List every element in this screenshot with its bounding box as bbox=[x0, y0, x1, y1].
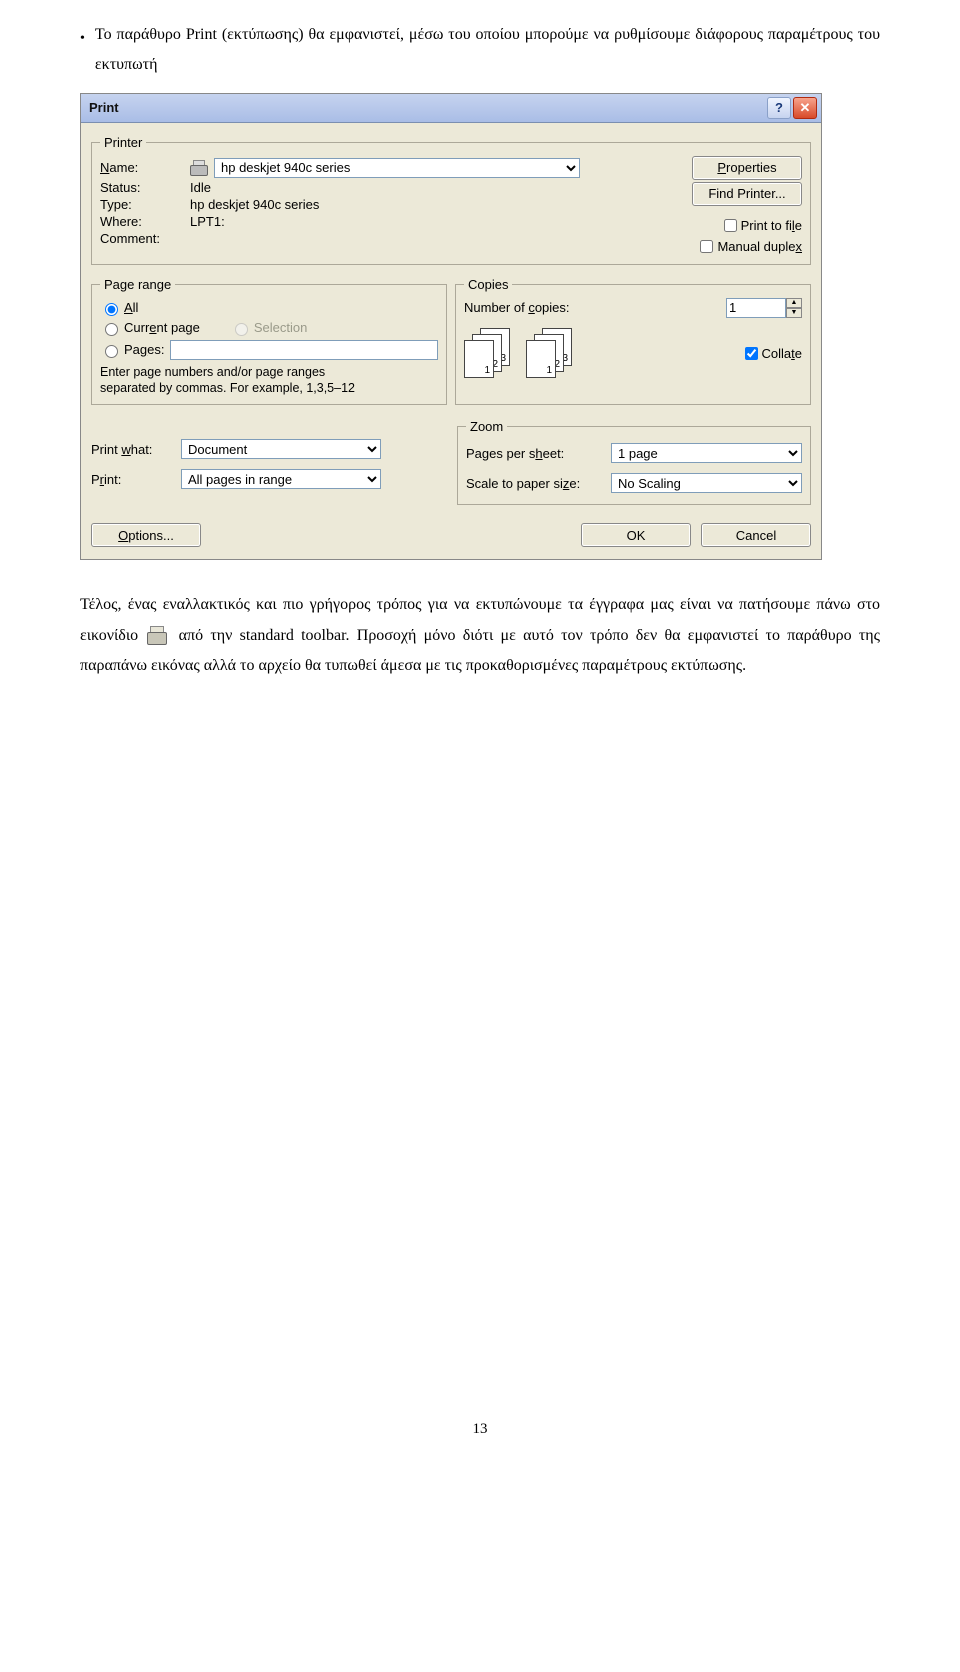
ok-button[interactable]: OK bbox=[581, 523, 691, 547]
print-label: Print: bbox=[91, 472, 181, 487]
printer-name-select[interactable]: hp deskjet 940c series bbox=[214, 158, 580, 178]
page-number: 13 bbox=[80, 1421, 880, 1438]
pages-input[interactable] bbox=[170, 340, 438, 360]
comment-label: Comment: bbox=[100, 231, 190, 246]
manual-duplex-check[interactable]: Manual duplex bbox=[696, 237, 802, 256]
collate-check[interactable]: Collate bbox=[741, 344, 802, 363]
where-label: Where: bbox=[100, 214, 190, 229]
intro-text: Το παράθυρο Print (εκτύπωσης) θα εμφανισ… bbox=[95, 20, 880, 81]
spin-down[interactable]: ▼ bbox=[786, 308, 802, 318]
num-copies-input[interactable] bbox=[726, 298, 786, 318]
titlebar: Print ? ✕ bbox=[81, 94, 821, 123]
collate-preview-1: 3 2 1 bbox=[464, 328, 516, 380]
print-select[interactable]: All pages in range bbox=[181, 469, 381, 489]
num-copies-label: Number of copies: bbox=[464, 300, 570, 315]
manual-duplex-input[interactable] bbox=[700, 240, 713, 253]
print-to-file-check[interactable]: Print to file bbox=[720, 216, 802, 235]
selection-radio-input bbox=[235, 323, 248, 336]
where-value: LPT1: bbox=[190, 214, 225, 229]
status-label: Status: bbox=[100, 180, 190, 195]
zoom-legend: Zoom bbox=[466, 419, 507, 434]
page-range-legend: Page range bbox=[100, 277, 175, 292]
intro-paragraph: • Το παράθυρο Print (εκτύπωσης) θα εμφαν… bbox=[80, 20, 880, 81]
scale-select[interactable]: No Scaling bbox=[611, 473, 802, 493]
collate-preview-2: 3 2 1 bbox=[526, 328, 578, 380]
body-paragraph-2: Τέλος, ένας εναλλακτικός και πιο γρήγορο… bbox=[80, 590, 880, 681]
toolbar-print-icon bbox=[147, 626, 169, 646]
options-button[interactable]: Options... bbox=[91, 523, 201, 547]
properties-button[interactable]: Properties bbox=[692, 156, 802, 180]
page-range-hint: Enter page numbers and/or page ranges se… bbox=[100, 364, 438, 397]
bullet-icon: • bbox=[80, 26, 85, 53]
spin-up[interactable]: ▲ bbox=[786, 298, 802, 308]
print-what-label: Print what: bbox=[91, 442, 181, 457]
num-copies-spinner[interactable]: ▲ ▼ bbox=[726, 298, 802, 318]
scale-label: Scale to paper size: bbox=[466, 476, 611, 491]
pages-radio-input[interactable] bbox=[105, 345, 118, 358]
printer-legend: Printer bbox=[100, 135, 146, 150]
collate-input[interactable] bbox=[745, 347, 758, 360]
print-what-select[interactable]: Document bbox=[181, 439, 381, 459]
zoom-group: Zoom Pages per sheet: 1 page Scale to pa… bbox=[457, 419, 811, 505]
printer-group: Printer Name: hp deskjet 940c series bbox=[91, 135, 811, 265]
status-value: Idle bbox=[190, 180, 211, 195]
type-value: hp deskjet 940c series bbox=[190, 197, 319, 212]
cancel-button[interactable]: Cancel bbox=[701, 523, 811, 547]
close-button[interactable]: ✕ bbox=[793, 97, 817, 119]
page-range-group: Page range All Current page bbox=[91, 277, 447, 406]
printer-icon bbox=[190, 160, 208, 176]
current-radio-input[interactable] bbox=[105, 323, 118, 336]
name-label: Name: bbox=[100, 160, 190, 175]
selection-radio: Selection bbox=[230, 320, 307, 336]
find-printer-button[interactable]: Find Printer... bbox=[692, 182, 802, 206]
dialog-title: Print bbox=[89, 100, 765, 115]
pps-label: Pages per sheet: bbox=[466, 446, 611, 461]
all-radio[interactable]: All bbox=[100, 300, 138, 316]
current-page-radio[interactable]: Current page bbox=[100, 320, 200, 336]
help-button[interactable]: ? bbox=[767, 97, 791, 119]
print-dialog: Print ? ✕ Printer Name: hp deskjet 940c … bbox=[80, 93, 822, 561]
copies-group: Copies Number of copies: ▲ ▼ bbox=[455, 277, 811, 406]
copies-legend: Copies bbox=[464, 277, 512, 292]
pages-radio[interactable]: Pages: bbox=[100, 340, 438, 360]
print-to-file-input[interactable] bbox=[724, 219, 737, 232]
pps-select[interactable]: 1 page bbox=[611, 443, 802, 463]
type-label: Type: bbox=[100, 197, 190, 212]
all-radio-input[interactable] bbox=[105, 303, 118, 316]
